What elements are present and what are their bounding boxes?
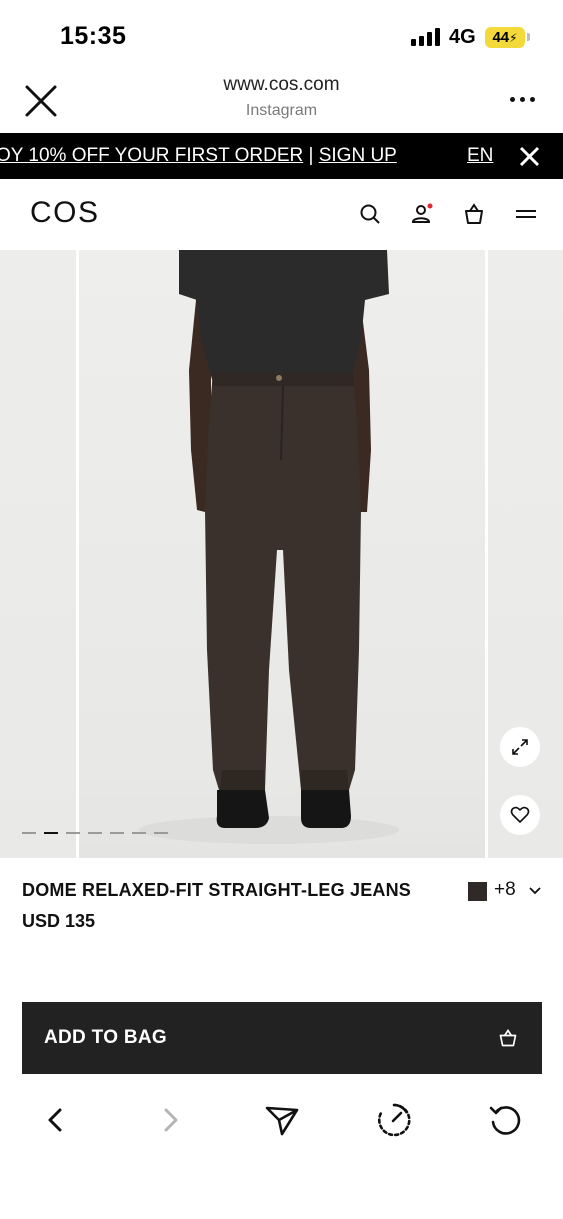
- battery-tip: [527, 33, 530, 41]
- battery-icon: 44⚡: [485, 27, 525, 48]
- gallery-pagination: [22, 832, 172, 835]
- url-text[interactable]: www.cos.com: [0, 74, 563, 96]
- back-icon[interactable]: [38, 1102, 74, 1138]
- product-name: DOME RELAXED-FIT STRAIGHT-LEG JEANS: [22, 880, 412, 900]
- heart-icon: [510, 806, 530, 823]
- expand-button[interactable]: [500, 727, 540, 767]
- pagination-dot-active[interactable]: [44, 832, 58, 834]
- product-price: USD 135: [22, 911, 96, 931]
- pagination-dot[interactable]: [66, 832, 80, 834]
- search-icon[interactable]: [358, 202, 382, 226]
- browser-header: www.cos.com Instagram: [0, 66, 563, 133]
- sign-up-link[interactable]: SIGN UP: [319, 145, 397, 166]
- share-icon[interactable]: [264, 1102, 300, 1138]
- pagination-dot[interactable]: [88, 832, 102, 834]
- charging-bolt-icon: ⚡: [509, 31, 518, 45]
- product-photo: [139, 250, 399, 844]
- bag-icon: [499, 1028, 517, 1047]
- expand-icon: [512, 739, 528, 755]
- browser-toolbar: [0, 1082, 563, 1219]
- forward-icon[interactable]: [152, 1102, 188, 1138]
- notification-dot: [427, 203, 433, 209]
- site-header: COS: [0, 179, 563, 250]
- color-swatch[interactable]: [468, 882, 487, 901]
- close-icon[interactable]: [519, 146, 540, 167]
- pagination-dot[interactable]: [110, 832, 124, 834]
- pagination-dot[interactable]: [132, 832, 146, 834]
- promo-banner: OY 10% OFF YOUR FIRST ORDER | SIGN UP EN: [0, 133, 563, 179]
- pagination-dot[interactable]: [154, 832, 168, 834]
- more-colors-count[interactable]: +8: [494, 879, 516, 901]
- status-time: 15:35: [60, 22, 127, 50]
- bag-icon[interactable]: [462, 202, 486, 226]
- promo-text: OY 10% OFF YOUR FIRST ORDER | SIGN UP: [0, 145, 397, 167]
- add-to-bag-label: ADD TO BAG: [44, 1027, 167, 1048]
- menu-icon[interactable]: [514, 202, 538, 226]
- chevron-down-icon[interactable]: [529, 887, 541, 895]
- favorite-button[interactable]: [500, 795, 540, 835]
- speed-icon[interactable]: [376, 1102, 412, 1138]
- url-source: Instagram: [245, 102, 318, 119]
- gallery-slide-current[interactable]: [79, 250, 485, 858]
- promo-separator: |: [303, 145, 319, 166]
- gallery-slide-previous[interactable]: [0, 250, 76, 858]
- pagination-dot[interactable]: [22, 832, 36, 834]
- account-icon[interactable]: [410, 202, 434, 226]
- product-info: DOME RELAXED-FIT STRAIGHT-LEG JEANS USD …: [0, 858, 563, 998]
- cos-logo[interactable]: COS: [30, 196, 100, 230]
- signal-icon: [411, 28, 441, 46]
- reload-icon[interactable]: [488, 1102, 524, 1138]
- battery-level: 44: [492, 29, 510, 46]
- promo-offer[interactable]: OY 10% OFF YOUR FIRST ORDER: [0, 145, 303, 166]
- add-to-bag-button[interactable]: ADD TO BAG: [22, 1002, 542, 1074]
- network-type: 4G: [449, 26, 476, 48]
- language-link[interactable]: EN: [467, 145, 497, 167]
- product-gallery[interactable]: [0, 250, 563, 858]
- more-dots-icon[interactable]: [510, 97, 536, 103]
- gallery-slide-next[interactable]: [488, 250, 563, 858]
- status-bar: 15:35 4G 44⚡: [0, 0, 563, 66]
